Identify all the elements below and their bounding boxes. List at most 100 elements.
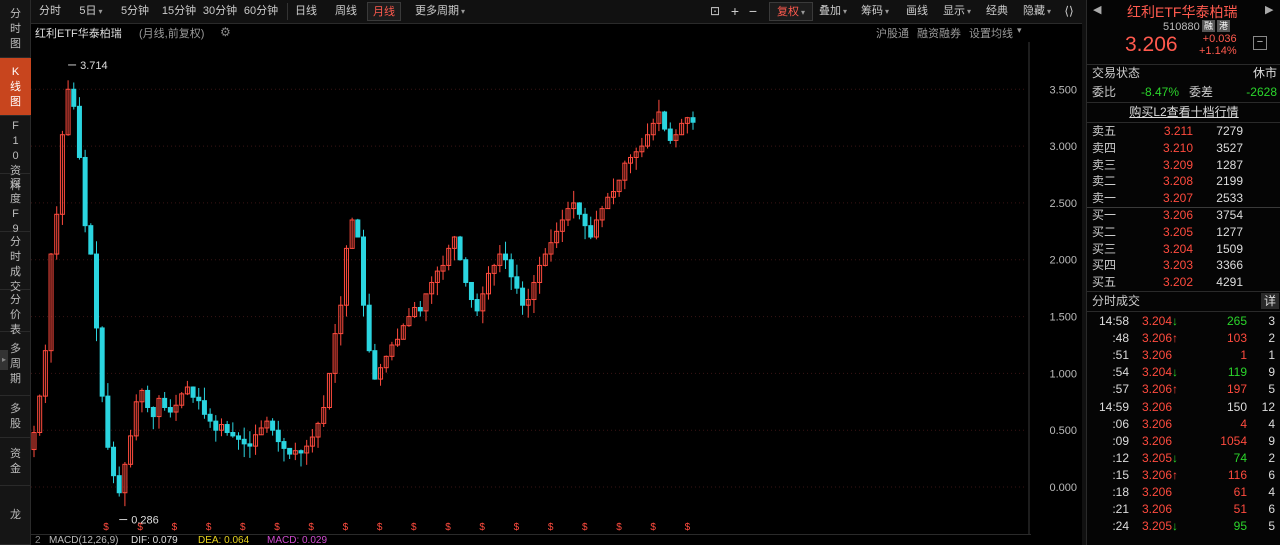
left-tab-0[interactable]: 分时图 bbox=[0, 0, 31, 58]
prev-stock-icon[interactable]: ◀ bbox=[1093, 3, 1101, 16]
trade-time: :06 bbox=[1112, 416, 1129, 431]
trade-volume: 1054 bbox=[1220, 433, 1247, 448]
set-ma-dropdown[interactable]: 设置均线 bbox=[969, 25, 1013, 41]
candle-down bbox=[355, 219, 361, 238]
period-tab-60min[interactable]: 60分钟 bbox=[241, 2, 281, 21]
period-tab-weekly[interactable]: 周线 bbox=[331, 2, 361, 21]
margin-trading-link[interactable]: 融资融券 bbox=[917, 25, 961, 41]
left-tab-9[interactable]: 龙 bbox=[0, 486, 31, 545]
bid-volume: 1509 bbox=[1216, 241, 1243, 256]
ask-row[interactable]: 卖三 3.209 1287 bbox=[1087, 157, 1280, 174]
ask-row[interactable]: 卖四 3.210 3527 bbox=[1087, 140, 1280, 157]
bid-row[interactable]: 买四 3.203 3366 bbox=[1087, 257, 1280, 274]
trade-time: :15 bbox=[1112, 467, 1129, 482]
bid-row[interactable]: 买五 3.202 4291 bbox=[1087, 274, 1280, 291]
trade-row: :51 3.206 1 1 bbox=[1087, 347, 1280, 364]
trade-count: 2 bbox=[1268, 450, 1275, 465]
candlestick-chart[interactable]: 3.500 3.000 2.500 2.000 1.500 1.000 0.500 0.000… bbox=[31, 42, 1081, 534]
ask-price: 3.211 bbox=[1163, 124, 1193, 138]
chevron-down-icon[interactable]: ▾ bbox=[1017, 25, 1022, 36]
lock-icon[interactable]: ⊡ bbox=[707, 2, 723, 21]
left-tab-3[interactable]: 深度F9 bbox=[0, 174, 31, 235]
trade-count: 5 bbox=[1268, 382, 1275, 397]
bid-price: 3.203 bbox=[1162, 258, 1193, 273]
classic-button[interactable]: 经典 bbox=[983, 2, 1011, 21]
hk-connect-link[interactable]: 沪股通 bbox=[876, 25, 909, 41]
period-tab-15min[interactable]: 15分钟 bbox=[159, 2, 199, 21]
ask-row[interactable]: 卖二 3.208 2199 bbox=[1087, 173, 1280, 190]
trade-price-cell: 3.205↓ bbox=[1142, 518, 1188, 535]
candle-down bbox=[88, 225, 94, 255]
candle-down bbox=[224, 424, 230, 433]
trade-time: :57 bbox=[1112, 382, 1129, 397]
bid-row[interactable]: 买二 3.205 1277 bbox=[1087, 224, 1280, 241]
expand-sidebar-icon[interactable]: ▸ bbox=[0, 350, 8, 370]
candle-down bbox=[190, 386, 196, 398]
ask-label: 卖二 bbox=[1092, 174, 1117, 189]
hk-badge: 港 bbox=[1217, 20, 1230, 32]
period-tab-5day[interactable]: 5日 bbox=[75, 2, 107, 21]
chips-dropdown[interactable]: 筹码 bbox=[857, 2, 893, 21]
gear-icon[interactable]: ⚙ bbox=[220, 25, 231, 39]
left-tab-label: 分时图 bbox=[10, 7, 21, 50]
trade-price: 3.206 bbox=[1142, 467, 1173, 482]
left-tab-4[interactable]: 分时成交 bbox=[0, 232, 31, 293]
up-arrow-icon: ↑ bbox=[1172, 467, 1179, 482]
trade-count: 4 bbox=[1268, 485, 1275, 499]
bid-row[interactable]: 买一 3.206 3754 bbox=[1087, 207, 1280, 224]
rights-dropdown[interactable]: 复权 bbox=[769, 2, 813, 21]
trade-row: 14:59 3.206 150 12 bbox=[1087, 399, 1280, 416]
period-tab-30min[interactable]: 30分钟 bbox=[200, 2, 240, 21]
overlay-dropdown[interactable]: 叠加 bbox=[813, 2, 853, 21]
trade-price: 3.206 bbox=[1142, 382, 1173, 397]
left-tab-2[interactable]: F10资料 bbox=[0, 116, 31, 192]
left-tab-label: 深度F9 bbox=[10, 178, 21, 235]
candle-down bbox=[196, 396, 202, 402]
trade-count: 5 bbox=[1268, 519, 1275, 534]
dividend-marker: $ bbox=[377, 522, 383, 533]
left-tab-7[interactable]: 多股 bbox=[0, 396, 31, 438]
candle-down bbox=[667, 128, 673, 141]
l2-upgrade-link[interactable]: 购买L2查看十档行情 bbox=[1087, 104, 1280, 121]
remove-watchlist-button[interactable]: − bbox=[1253, 36, 1267, 50]
macd-dea: DEA: 0.064 bbox=[198, 535, 250, 545]
macd-dif: DIF: 0.079 bbox=[131, 535, 178, 545]
trade-row: 14:58 3.204↓ 265 3 bbox=[1087, 313, 1280, 330]
left-tab-5[interactable]: 分价表 bbox=[0, 290, 31, 336]
dividend-marker: $ bbox=[343, 522, 349, 533]
ask-row[interactable]: 卖五 3.211 7279 bbox=[1087, 123, 1280, 140]
ask-row[interactable]: 卖一 3.207 2533 bbox=[1087, 190, 1280, 207]
candle-down bbox=[457, 236, 463, 261]
macd-indicator-bar[interactable]: 2 MACD(12,26,9) DIF: 0.079 DEA: 0.064 MA… bbox=[31, 534, 1031, 545]
period-tab-5min[interactable]: 5分钟 bbox=[117, 2, 153, 21]
trade-price-cell: 3.206 bbox=[1142, 433, 1188, 450]
period-tab-intraday[interactable]: 分时 bbox=[35, 2, 65, 21]
trade-count: 2 bbox=[1268, 331, 1275, 346]
next-stock-icon[interactable]: ▶ bbox=[1265, 3, 1273, 16]
trade-count: 9 bbox=[1268, 365, 1275, 380]
trade-volume: 74 bbox=[1233, 450, 1247, 465]
dividend-marker: $ bbox=[514, 522, 520, 533]
left-tab-label: 多股 bbox=[10, 403, 21, 430]
collapse-icon[interactable]: ⟨⟩ bbox=[1059, 2, 1079, 21]
trade-price: 3.206 bbox=[1142, 348, 1173, 363]
bid-row[interactable]: 买三 3.204 1509 bbox=[1087, 241, 1280, 258]
left-tab-8[interactable]: 资金 bbox=[0, 438, 31, 486]
candle-down bbox=[241, 438, 247, 445]
down-arrow-icon: ↓ bbox=[1172, 365, 1179, 380]
display-dropdown[interactable]: 显示 bbox=[937, 2, 977, 21]
trade-price-cell: 3.206 bbox=[1142, 347, 1188, 364]
more-periods-dropdown[interactable]: 更多周期 bbox=[409, 2, 471, 21]
candle-down bbox=[281, 441, 287, 449]
zoom-out-icon[interactable]: − bbox=[746, 2, 760, 21]
chart-grid bbox=[31, 42, 1030, 534]
hide-dropdown[interactable]: 隐藏 bbox=[1017, 2, 1057, 21]
ask-volume: 2533 bbox=[1216, 191, 1243, 206]
period-tab-daily[interactable]: 日线 bbox=[291, 2, 321, 21]
zoom-in-icon[interactable]: + bbox=[728, 2, 742, 21]
period-tab-monthly[interactable]: 月线 bbox=[367, 2, 401, 21]
trade-count: 1 bbox=[1268, 348, 1275, 363]
trades-detail-button[interactable]: 详 bbox=[1261, 293, 1279, 309]
left-tab-1[interactable]: K线图 bbox=[0, 58, 31, 116]
draw-line-button[interactable]: 画线 bbox=[903, 2, 931, 21]
